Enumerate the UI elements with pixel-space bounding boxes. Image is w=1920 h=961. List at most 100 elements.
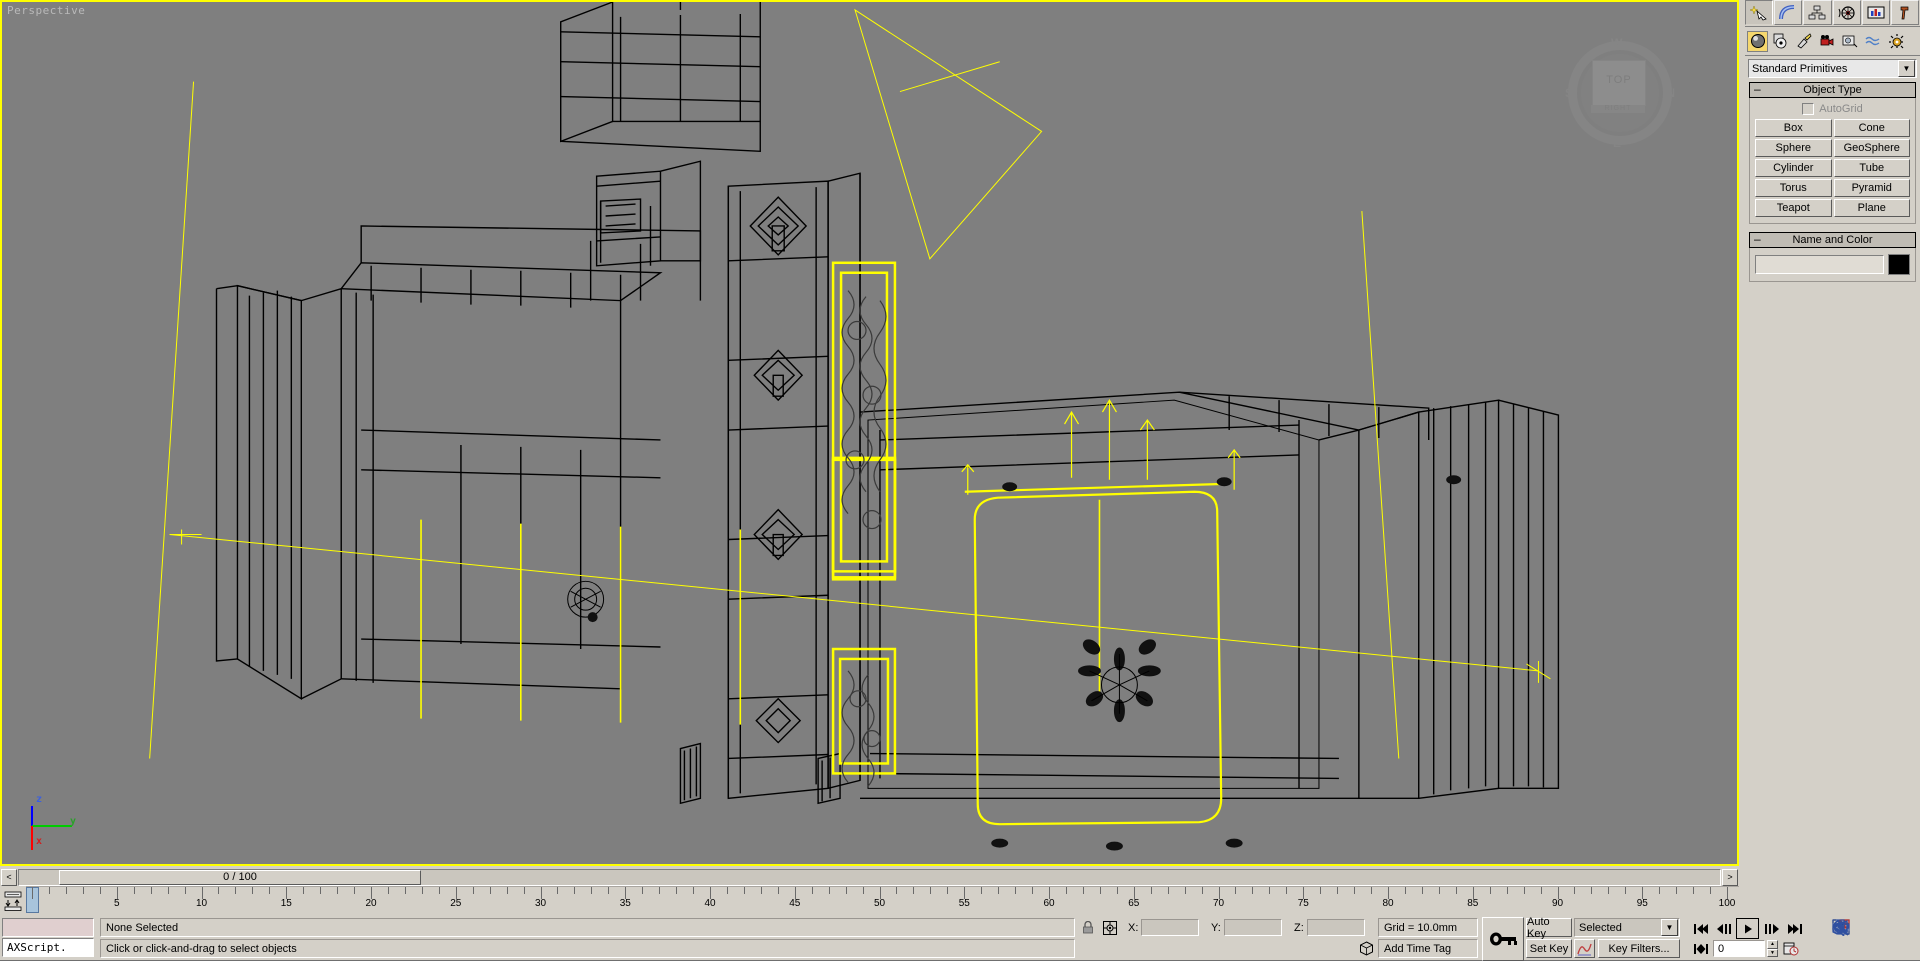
next-frame-arrow[interactable]: > bbox=[1722, 868, 1738, 886]
helper-icon bbox=[1842, 35, 1857, 48]
object-category-dropdown[interactable]: Standard Primitives ▼ bbox=[1748, 59, 1917, 78]
torus-button[interactable]: Torus bbox=[1755, 179, 1832, 197]
track-bar-tick bbox=[743, 887, 745, 894]
x-input[interactable] bbox=[1141, 919, 1199, 936]
x-label: X: bbox=[1128, 921, 1139, 934]
track-bar-tick bbox=[726, 887, 728, 894]
object-type-body: AutoGrid Box Cone Sphere GeoSphere Cylin… bbox=[1749, 98, 1916, 224]
helpers-button[interactable] bbox=[1839, 31, 1860, 52]
add-time-tag[interactable]: Add Time Tag bbox=[1378, 939, 1478, 958]
prev-frame-arrow[interactable]: < bbox=[1, 868, 17, 886]
create-tab[interactable] bbox=[1745, 0, 1774, 25]
cylinder-button[interactable]: Cylinder bbox=[1755, 159, 1832, 177]
chevron-down-icon[interactable]: ▼ bbox=[1898, 60, 1915, 77]
goto-start-button[interactable] bbox=[1690, 919, 1711, 938]
viewport-label[interactable]: Perspective bbox=[7, 4, 85, 17]
plane-button[interactable]: Plane bbox=[1833, 199, 1910, 217]
y-input[interactable] bbox=[1224, 919, 1282, 936]
hierarchy-tab[interactable] bbox=[1803, 0, 1832, 25]
viewcube-dir-e[interactable]: E bbox=[1613, 136, 1621, 150]
time-slider-thumb[interactable]: 0 / 100 bbox=[59, 869, 421, 885]
frame-spinner[interactable]: ▲ ▼ bbox=[1767, 940, 1778, 957]
tripod-x-label: x bbox=[36, 836, 43, 847]
open-mini-curve-editor-button[interactable] bbox=[0, 886, 26, 916]
display-tab[interactable] bbox=[1861, 0, 1890, 25]
box-button[interactable]: Box bbox=[1755, 119, 1832, 137]
object-name-input[interactable] bbox=[1755, 255, 1884, 274]
track-bar-tick bbox=[1404, 887, 1406, 894]
viewcube-dir-n[interactable]: N bbox=[1666, 86, 1675, 100]
selection-lock-toggle[interactable] bbox=[1079, 918, 1097, 937]
geosphere-button[interactable]: GeoSphere bbox=[1833, 139, 1910, 157]
viewcube-cube[interactable]: TOP RIGHT bbox=[1591, 60, 1646, 113]
viewport-wireframe-scene bbox=[149, 2, 1560, 851]
sphere-icon bbox=[1750, 34, 1765, 48]
object-type-header[interactable]: – Object Type bbox=[1749, 82, 1916, 98]
maxscript-output-field[interactable] bbox=[2, 918, 94, 937]
sphere-button[interactable]: Sphere bbox=[1755, 139, 1832, 157]
play-button[interactable] bbox=[1736, 918, 1759, 939]
track-bar-tick bbox=[1015, 887, 1017, 894]
track-bar-tick bbox=[1574, 887, 1576, 894]
autogrid-row[interactable]: AutoGrid bbox=[1755, 102, 1910, 116]
name-and-color-rollout: – Name and Color bbox=[1749, 232, 1916, 282]
maximize-viewport-button[interactable] bbox=[1830, 917, 1851, 937]
track-bar-tick bbox=[235, 887, 237, 894]
track-bar-tick bbox=[387, 887, 389, 894]
track-bar-ruler[interactable]: 5 10 15 20 25 30 35 40 45 50 55 60 65 70 75 80 85 90 95 100 bbox=[26, 886, 1739, 916]
goto-end-button[interactable] bbox=[1784, 919, 1805, 938]
time-configuration-icon bbox=[1783, 942, 1798, 955]
pyramid-button[interactable]: Pyramid bbox=[1833, 179, 1910, 197]
maxscript-input-field[interactable]: AXScript. bbox=[2, 938, 94, 957]
key-mode-dropdown[interactable]: Selected ▼ bbox=[1574, 918, 1680, 937]
auto-key-button[interactable]: Auto Key bbox=[1526, 916, 1572, 940]
track-bar-tick bbox=[1235, 887, 1237, 894]
time-slider-track[interactable]: 0 / 100 bbox=[18, 868, 1721, 886]
utilities-tab[interactable] bbox=[1890, 0, 1920, 25]
spacewarps-button[interactable] bbox=[1862, 31, 1883, 52]
track-bar-tick bbox=[1082, 887, 1084, 894]
name-and-color-header[interactable]: – Name and Color bbox=[1749, 232, 1916, 248]
cone-button[interactable]: Cone bbox=[1833, 119, 1910, 137]
key-mode-toggle-button[interactable] bbox=[1690, 939, 1711, 958]
cameras-button[interactable] bbox=[1816, 31, 1837, 52]
geometry-button[interactable] bbox=[1747, 30, 1768, 52]
collapse-icon[interactable]: – bbox=[1754, 82, 1761, 96]
perspective-viewport[interactable]: Perspective z y x TOP RIGHT W S N E bbox=[0, 0, 1739, 866]
track-bar-tick bbox=[82, 887, 84, 894]
tube-button[interactable]: Tube bbox=[1833, 159, 1910, 177]
autogrid-checkbox[interactable] bbox=[1802, 103, 1815, 115]
teapot-button[interactable]: Teapot bbox=[1755, 199, 1832, 217]
next-frame-button[interactable] bbox=[1761, 919, 1782, 938]
curve-editor-button[interactable] bbox=[1574, 939, 1595, 958]
prompt-line: Click or click-and-drag to select object… bbox=[100, 939, 1075, 958]
chevron-down-icon[interactable]: ▼ bbox=[1661, 919, 1678, 936]
viewcube-dir-w[interactable]: W bbox=[1611, 36, 1622, 50]
motion-tab[interactable] bbox=[1832, 0, 1861, 25]
skip-end-icon bbox=[1787, 923, 1802, 934]
track-bar-tick bbox=[523, 887, 525, 894]
shapes-button[interactable] bbox=[1770, 31, 1791, 52]
viewcube[interactable]: TOP RIGHT W S N E bbox=[1565, 36, 1675, 150]
object-color-swatch[interactable] bbox=[1888, 254, 1910, 275]
modify-tab[interactable] bbox=[1774, 0, 1803, 25]
prev-frame-button[interactable] bbox=[1713, 919, 1734, 938]
time-tag-button[interactable] bbox=[1356, 939, 1376, 958]
z-input[interactable] bbox=[1307, 919, 1365, 936]
set-key-button[interactable]: Set Key bbox=[1526, 939, 1572, 958]
track-bar-label: 5 bbox=[113, 898, 120, 909]
track-bar-label: 95 bbox=[1636, 898, 1648, 909]
collapse-icon[interactable]: – bbox=[1754, 232, 1761, 246]
track-bar-tick bbox=[811, 887, 813, 894]
time-configuration-button[interactable] bbox=[1780, 939, 1801, 958]
track-bar-tick bbox=[150, 887, 152, 894]
current-frame-input[interactable]: 0 bbox=[1713, 940, 1765, 957]
absolute-mode-icon bbox=[1103, 920, 1117, 935]
key-filters-button[interactable]: Key Filters... bbox=[1598, 939, 1680, 958]
lights-button[interactable] bbox=[1793, 31, 1814, 52]
systems-button[interactable] bbox=[1885, 31, 1906, 52]
track-bar-label: 15 bbox=[280, 898, 292, 909]
viewcube-dir-s[interactable]: S bbox=[1565, 86, 1573, 100]
key-mode-button[interactable] bbox=[1482, 917, 1524, 961]
absolute-relative-toggle[interactable] bbox=[1100, 918, 1120, 937]
